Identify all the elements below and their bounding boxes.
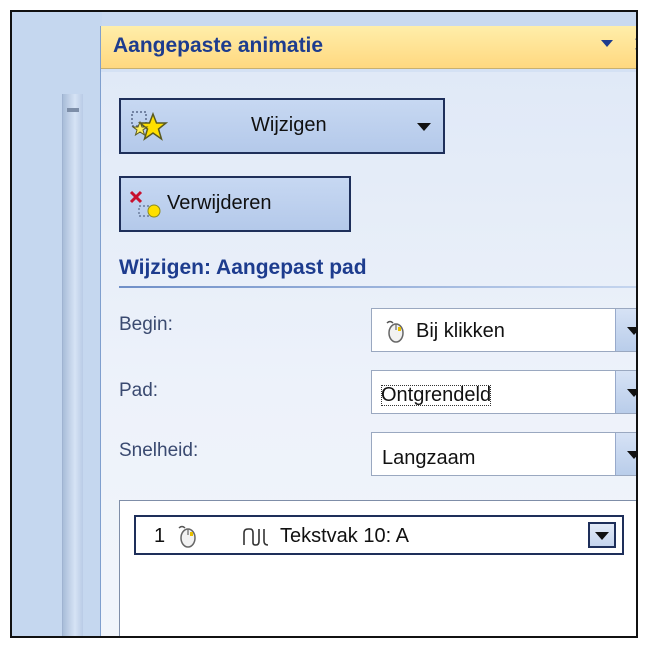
screenshot-frame: Aangepaste animatie ✕ Wijzigen Verwijder… bbox=[10, 10, 638, 638]
path-value: Ontgrendeld bbox=[378, 382, 494, 409]
custom-animation-pane: Aangepaste animatie ✕ Wijzigen Verwijder… bbox=[100, 26, 636, 636]
pane-menu-icon[interactable] bbox=[601, 40, 613, 47]
speed-select[interactable]: Langzaam bbox=[371, 432, 636, 476]
chevron-down-icon bbox=[417, 123, 431, 131]
mouse-icon bbox=[178, 525, 196, 548]
remove-effect-icon bbox=[129, 190, 161, 218]
path-dropdown-button[interactable] bbox=[615, 371, 636, 413]
chevron-down-icon bbox=[627, 389, 636, 397]
section-divider bbox=[119, 286, 636, 288]
mouse-icon bbox=[386, 320, 404, 343]
start-select[interactable]: Bij klikken bbox=[371, 308, 636, 352]
pane-title: Aangepaste animatie bbox=[113, 34, 324, 57]
star-effect-icon bbox=[131, 111, 169, 141]
close-icon[interactable]: ✕ bbox=[633, 32, 636, 58]
animation-index: 1 bbox=[154, 525, 166, 547]
chevron-down-icon bbox=[595, 532, 609, 540]
path-select[interactable]: Ontgrendeld bbox=[371, 370, 636, 414]
section-title: Wijzigen: Aangepast pad bbox=[119, 256, 367, 279]
chevron-down-icon bbox=[627, 327, 636, 335]
animation-item-dropdown[interactable] bbox=[588, 522, 616, 548]
remove-effect-button[interactable]: Verwijderen bbox=[119, 176, 351, 232]
custom-path-icon bbox=[243, 528, 269, 546]
chevron-down-icon bbox=[627, 451, 636, 459]
remove-effect-label: Verwijderen bbox=[167, 192, 272, 214]
start-value: Bij klikken bbox=[416, 320, 505, 342]
start-dropdown-button[interactable] bbox=[615, 309, 636, 351]
start-label: Begin: bbox=[119, 314, 173, 335]
speed-label: Snelheid: bbox=[119, 440, 199, 461]
change-effect-button[interactable]: Wijzigen bbox=[119, 98, 445, 154]
pane-titlebar: Aangepaste animatie ✕ bbox=[101, 26, 636, 69]
scroll-thumb[interactable] bbox=[67, 108, 79, 112]
vertical-scrollbar[interactable] bbox=[62, 94, 83, 636]
speed-dropdown-button[interactable] bbox=[615, 433, 636, 475]
list-item[interactable]: 1 Tekstvak 10: A bbox=[134, 515, 624, 555]
speed-value: Langzaam bbox=[382, 447, 476, 469]
change-effect-label: Wijzigen bbox=[251, 114, 327, 136]
slide-area bbox=[12, 12, 102, 636]
animation-name: Tekstvak 10: A bbox=[280, 525, 409, 547]
path-label: Pad: bbox=[119, 380, 159, 401]
animation-list[interactable]: 1 Tekstvak 10: A bbox=[119, 500, 636, 636]
